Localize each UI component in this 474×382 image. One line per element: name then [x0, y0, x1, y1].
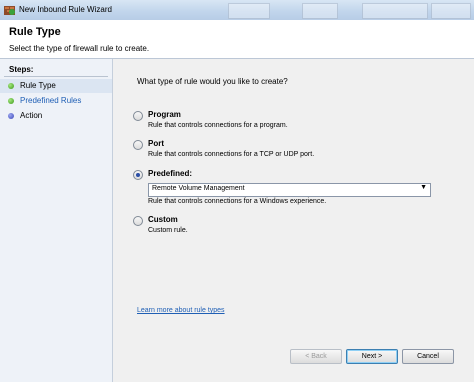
window-title: New Inbound Rule Wizard: [19, 5, 112, 14]
option-title[interactable]: Port: [148, 139, 164, 148]
option-description: Custom rule.: [148, 227, 188, 234]
page-title: Rule Type: [9, 26, 61, 38]
question-text: What type of rule would you like to crea…: [137, 77, 288, 86]
background-window-fragment: [431, 3, 471, 19]
wizard-header: Rule Type Select the type of firewall ru…: [0, 20, 474, 59]
page-subtitle: Select the type of firewall rule to crea…: [9, 44, 150, 53]
option-description: Rule that controls connections for a TCP…: [148, 151, 315, 158]
step-predefined-rules[interactable]: Predefined Rules: [0, 94, 112, 108]
step-bullet-icon: [8, 98, 14, 104]
background-window-fragment: [362, 3, 428, 19]
option-title[interactable]: Custom: [148, 215, 178, 224]
chevron-down-icon[interactable]: ▼: [420, 184, 427, 191]
option-title[interactable]: Predefined:: [148, 169, 192, 178]
firewall-icon: [4, 6, 15, 15]
step-rule-type: Rule Type: [0, 79, 112, 93]
step-label: Rule Type: [20, 81, 56, 90]
program-radio[interactable]: [133, 111, 143, 121]
option-description: Rule that controls connections for a pro…: [148, 122, 288, 129]
step-action: Action: [0, 109, 112, 123]
main-pane: What type of rule would you like to crea…: [113, 59, 474, 382]
step-label[interactable]: Predefined Rules: [20, 96, 81, 105]
learn-more-link[interactable]: Learn more about rule types: [137, 307, 225, 314]
step-label: Action: [20, 111, 43, 120]
option-description: Rule that controls connections for a Win…: [148, 198, 327, 205]
step-bullet-icon: [8, 83, 14, 89]
option-title[interactable]: Program: [148, 110, 181, 119]
steps-pane: Steps: Rule Type Predefined Rules Action: [0, 59, 113, 382]
custom-radio[interactable]: [133, 216, 143, 226]
predefined-select[interactable]: Remote Volume Management ▼: [148, 183, 431, 197]
title-bar: New Inbound Rule Wizard: [0, 0, 474, 21]
steps-title: Steps:: [9, 65, 34, 74]
background-window-fragment: [302, 3, 338, 19]
next-button[interactable]: Next >: [346, 349, 398, 364]
cancel-button[interactable]: Cancel: [402, 349, 454, 364]
port-radio[interactable]: [133, 140, 143, 150]
steps-divider: [4, 76, 108, 77]
predefined-radio[interactable]: [133, 170, 143, 180]
step-bullet-icon: [8, 113, 14, 119]
back-button[interactable]: < Back: [290, 349, 342, 364]
select-value: Remote Volume Management: [152, 185, 245, 192]
background-window-fragment: [228, 3, 270, 19]
